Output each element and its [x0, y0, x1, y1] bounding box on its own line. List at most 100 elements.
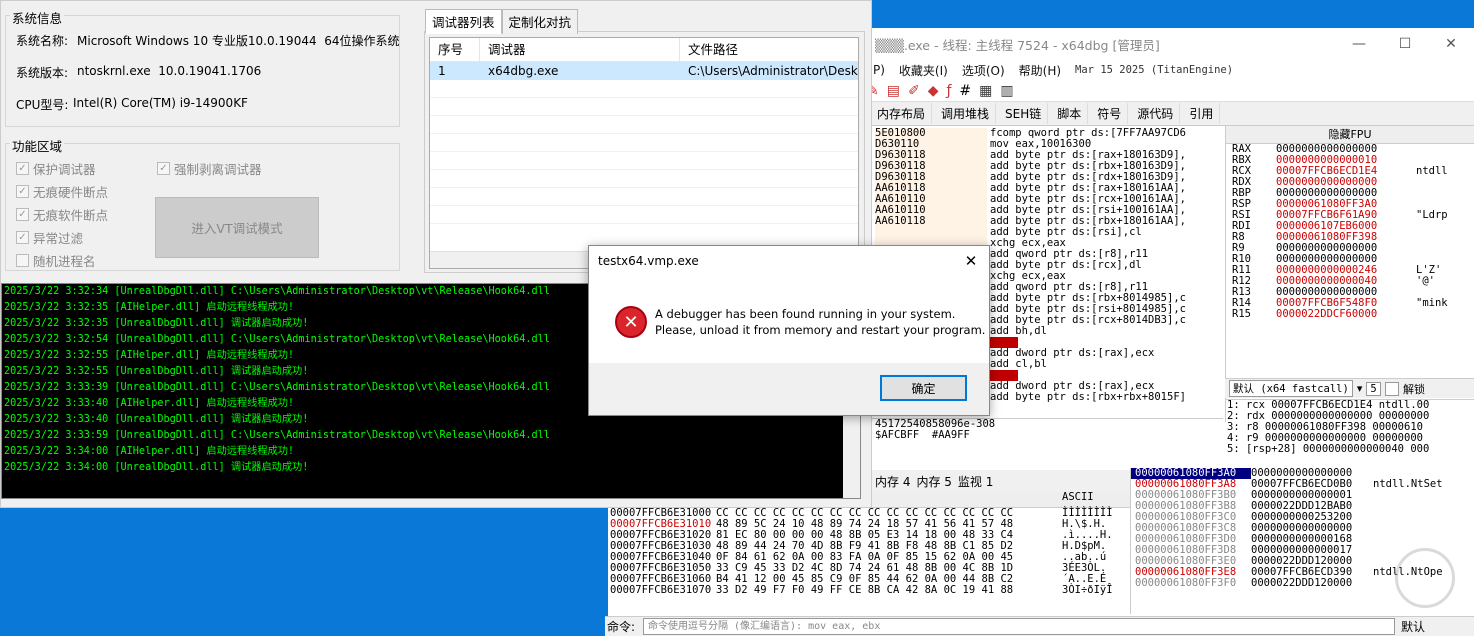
toolbar: ✎ ▤ ✐ ◆ ƒ # ▦ ▥ [855, 80, 1474, 102]
hash-icon[interactable]: # [959, 83, 971, 99]
option-checkbox[interactable]: ✓ 保护调试器 [16, 159, 96, 178]
col-index-header[interactable]: 序号 [430, 37, 480, 62]
dump-hex: 33 D2 49 F7 F0 49 FF CE 8B CA 42 8A 0C 1… [716, 584, 1014, 596]
tab-dump-4[interactable]: 内存 4 [875, 473, 910, 490]
function-icon[interactable]: ƒ [946, 83, 951, 99]
tab-debugger-list[interactable]: 调试器列表 [425, 9, 502, 34]
option-label: 随机进程名 [33, 254, 96, 269]
tab-seh[interactable]: SEH链 [999, 103, 1049, 124]
arguments-panel: 1: rcx 00007FFCB6ECD1E4 ntdll.00 2: rdx 0… [1225, 399, 1474, 459]
disasm-instruction[interactable]: add cl,bl [990, 359, 1186, 370]
cpu-label: CPU型号: [16, 98, 69, 112]
stack-address: 00000061080FF3F0 [1135, 577, 1237, 589]
stack-value: 0000022DDD120000 [1251, 577, 1353, 589]
call-convention-select[interactable]: 默认 (x64 fastcall) [1229, 380, 1353, 397]
menu-help[interactable]: 帮助(H) [1019, 62, 1061, 79]
option-checkbox[interactable]: 随机进程名 [16, 251, 96, 270]
build-date: Mar 15 2025 (TitanEngine) [1075, 64, 1234, 76]
dialog-close-button[interactable]: ✕ [953, 252, 989, 270]
dump-tabbar: 内存 4 内存 5 监视 1 [855, 470, 1130, 492]
memory-dump-view[interactable]: ASCII 00007FFCB6E31000 CC CC CC CC CC CC … [608, 492, 1130, 616]
tab-symbols[interactable]: 符号 [1091, 103, 1129, 124]
option-checkbox[interactable]: ✓ 无痕软件断点 [16, 205, 108, 224]
table-row[interactable]: 1 x64dbg.exe C:\Users\Administrator\Deskto… [430, 62, 858, 80]
col-debugger-header[interactable]: 调试器 [480, 37, 680, 62]
option-checkbox[interactable]: ✓ 无痕硬件断点 [16, 182, 108, 201]
minimize-button[interactable]: — [1336, 36, 1382, 52]
bookmark-icon[interactable]: ◆ [928, 83, 939, 99]
dialog-body: ✕ A debugger has been found running in y… [589, 276, 989, 364]
tab-source[interactable]: 源代码 [1131, 103, 1181, 124]
command-bar: 命令: 命令使用逗号分隔 (像汇编语言): mov eax, ebx 默认 [605, 616, 1474, 636]
register-value[interactable]: 0000022DDCF60000 [1276, 309, 1416, 320]
hide-fpu-button[interactable]: 隐藏FPU [1226, 126, 1474, 144]
option-label: 异常过滤 [33, 231, 84, 246]
unlock-label: 解锁 [1403, 382, 1426, 396]
calculator-icon[interactable]: ▦ [979, 83, 992, 99]
dialog-titlebar: testx64.vmp.exe ✕ [589, 246, 989, 276]
check-icon: ✓ [157, 162, 170, 175]
command-mode-select[interactable]: 默认 [1395, 618, 1465, 635]
register-row[interactable]: R15 0000022DDCF60000 [1226, 309, 1474, 320]
col-path-header[interactable]: 文件路径 [680, 38, 858, 62]
function-title: 功能区域 [10, 136, 65, 155]
register-comment: '@' [1416, 275, 1435, 287]
tab-custom-countermeasures[interactable]: 定制化对抗 [501, 9, 579, 34]
dump-row[interactable]: 00007FFCB6E31070 33 D2 49 F7 F0 49 FF CE … [608, 585, 1130, 596]
error-icon: ✕ [615, 306, 647, 338]
comment-icon[interactable]: ▤ [887, 83, 900, 99]
dialog-message-line1: A debugger has been found running in you… [655, 307, 956, 321]
option-checkbox[interactable]: ✓ 异常过滤 [16, 228, 83, 247]
command-input[interactable]: 命令使用逗号分隔 (像汇编语言): mov eax, ebx [643, 618, 1395, 635]
os-value: Microsoft Windows 10 专业版10.0.19044 64位操作… [77, 34, 400, 48]
ascii-column-header: ASCII [1062, 492, 1094, 503]
arg-count-spinner[interactable]: 5 [1366, 381, 1381, 396]
force-strip-label: 强制剥离调试器 [174, 162, 262, 177]
checkbox-empty-icon [16, 254, 29, 267]
view-tabbar: 内存布局 调用堆栈 SEH链 脚本 符号 源代码 引用 [855, 102, 1474, 126]
sysinfo-title: 系统信息 [10, 8, 65, 27]
debugger-list-table[interactable]: 序号 调试器 文件路径 1 x64dbg.exe C:\Users\Administ… [429, 37, 859, 269]
argument-row: 5: [rsp+28] 0000000000000040 000 [1227, 443, 1430, 455]
register-comment: "Ldrp [1416, 209, 1448, 221]
tab-memory-map[interactable]: 内存布局 [871, 103, 933, 124]
dump-address: 00007FFCB6E31070 [610, 584, 712, 596]
os-label: 系统名称: [16, 34, 69, 48]
tab-script[interactable]: 脚本 [1051, 103, 1089, 124]
check-icon: ✓ [16, 185, 29, 198]
close-button[interactable]: ✕ [1428, 36, 1474, 52]
x64dbg-titlebar: ▒▒▒.exe - 线程: 主线程 7524 - x64dbg [管理员] — … [855, 28, 1474, 60]
register-comment: ntdll [1416, 165, 1448, 177]
label-icon[interactable]: ✐ [908, 83, 920, 99]
disasm-address: AA610118 [875, 215, 926, 227]
tab-call-stack[interactable]: 调用堆栈 [935, 103, 997, 124]
register-name: R15 [1232, 308, 1251, 320]
menu-favorites[interactable]: 收藏夹(I) [899, 62, 948, 79]
enter-vt-debug-button[interactable]: 进入VT调试模式 [155, 197, 319, 258]
chevron-down-icon[interactable]: ▾ [1357, 382, 1363, 395]
row-file-path: C:\Users\Administrator\Desktop [688, 64, 858, 78]
debugger-tabbar: 调试器列表 定制化对抗 [425, 9, 579, 34]
dialog-footer: 确定 [589, 363, 989, 415]
maximize-button[interactable]: ☐ [1382, 36, 1428, 52]
cpu-value: Intel(R) Core(TM) i9-14900KF [73, 96, 248, 110]
force-strip-checkbox[interactable]: ✓ 强制剥离调试器 [157, 159, 262, 178]
log-line: 2025/3/22 3:33:59 [UnrealDbgDll.dll] C:\… [4, 430, 550, 441]
option-label: 无痕软件断点 [33, 208, 109, 223]
tab-dump-5[interactable]: 内存 5 [916, 473, 951, 490]
disasm-instruction[interactable]: add byte ptr ds:[rbx+rbx+8015F] [990, 392, 1186, 403]
table-header: 序号 调试器 文件路径 [430, 37, 858, 62]
dialog-message: A debugger has been found running in you… [655, 306, 985, 338]
disasm-instruction[interactable]: add bh,dl [990, 326, 1186, 337]
menu-plugins[interactable]: P) [873, 63, 885, 77]
row-index: 1 [438, 64, 446, 78]
ok-button[interactable]: 确定 [880, 375, 967, 401]
tab-watch-1[interactable]: 监视 1 [958, 473, 993, 490]
menu-options[interactable]: 选项(O) [962, 62, 1005, 79]
graph-icon[interactable]: ▥ [1000, 83, 1013, 99]
unlock-checkbox[interactable] [1384, 381, 1400, 396]
stack-comment: ntdll.NtSet [1373, 478, 1443, 490]
check-icon: ✓ [16, 208, 29, 221]
option-label: 无痕硬件断点 [33, 185, 109, 200]
tab-references[interactable]: 引用 [1183, 103, 1221, 124]
